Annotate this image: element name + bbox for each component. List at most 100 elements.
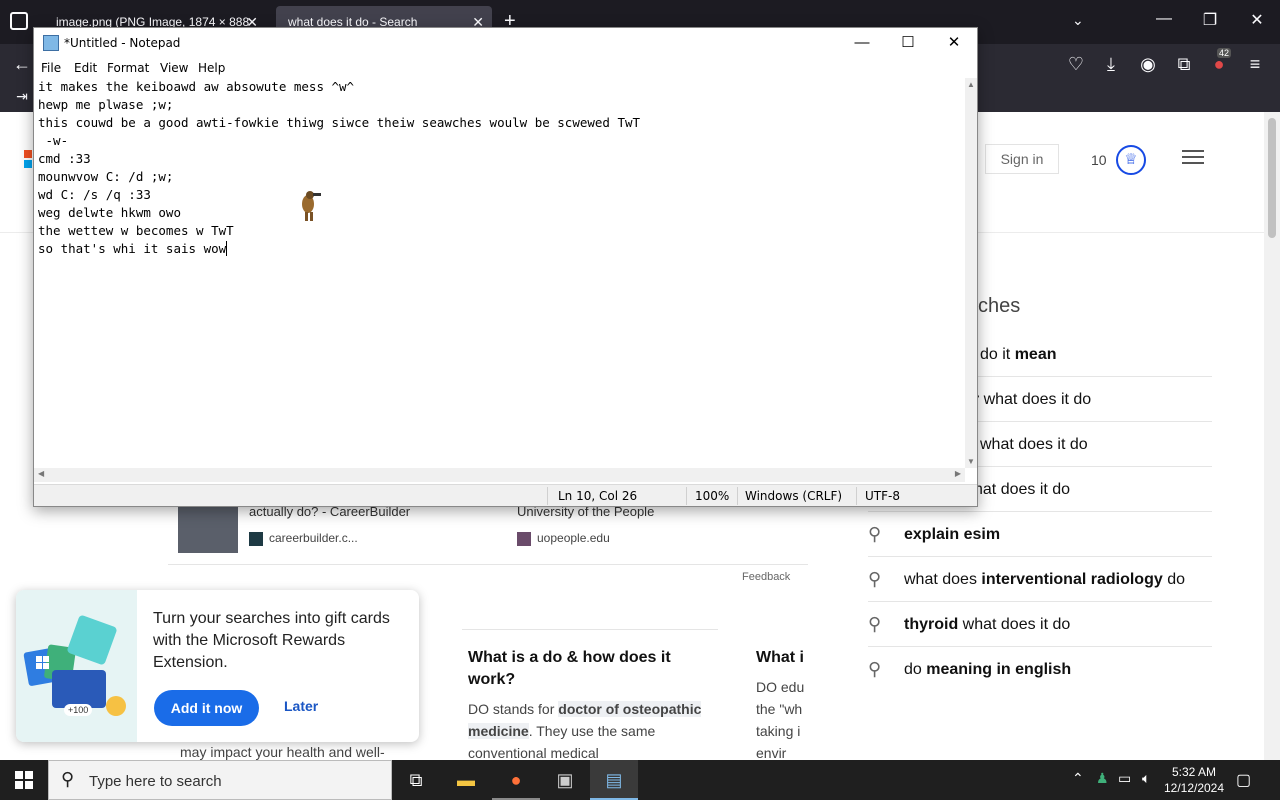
file-explorer-icon[interactable]: ▬ [442,760,490,800]
zoom-level: 100% [695,489,730,503]
search-icon: ⚲ [61,769,75,789]
desktop-app-icon[interactable]: ▣ [541,760,589,800]
windows-logo-icon [15,771,23,779]
text-line: wd C: /s /q :33 [38,187,151,202]
firefox-icon[interactable]: ● [492,760,540,800]
cursor-position: Ln 10, Col 26 [558,489,638,503]
related-search-item[interactable]: ⚲ what does interventional radiology do [868,557,1212,602]
notepad-icon [43,35,59,51]
clock[interactable]: 5:32 AM 12/12/2024 [1158,764,1230,796]
search-icon: ⚲ [868,659,882,679]
qa-card-body: DO edu the "wh taking i envir [756,679,805,760]
search-icon: ⚲ [868,569,882,589]
volume-icon[interactable]: 🔈︎ [1142,770,1150,787]
menu-help[interactable]: Help [198,61,225,75]
back-arrow-icon[interactable]: ← [10,54,34,75]
extension-badge-icon[interactable]: ● 42 [1207,48,1232,75]
menu-bar: File Edit Format View Help [34,58,977,78]
scroll-down-icon[interactable]: ▼ [967,457,975,466]
menu-edit[interactable]: Edit [74,61,97,75]
chevron-down-icon[interactable]: ⌄ [1072,12,1084,29]
menu-file[interactable]: File [41,61,61,75]
notepad-title-bar[interactable]: *Untitled - Notepad — ☐ ✕ [34,28,977,58]
menu-icon[interactable]: ≡ [1243,54,1267,75]
notepad-taskbar-icon[interactable]: ▤ [590,760,638,800]
text-line: cmd :33 [38,151,91,166]
pocket-icon[interactable]: ♡ [1064,54,1088,75]
related-search-item[interactable]: ⚲ thyroid what does it do [868,602,1212,647]
taskbar-search[interactable]: ⚲ Type here to search [48,760,392,800]
text-line: weg delwte hkwm owo [38,205,181,220]
text-editor[interactable]: it makes the keiboawd aw absowute mess ^… [34,78,965,468]
related-search-text: hat does it do [974,481,1071,498]
scroll-left-icon[interactable]: ◀ [38,469,44,478]
close-icon[interactable]: ✕ [931,30,977,56]
notification-icon[interactable]: ▢ [1236,770,1251,790]
microsoft-logo-icon [24,150,32,168]
result-snippet: may impact your health and well- [180,744,385,760]
network-icon[interactable]: ▭ [1118,770,1131,787]
qa-card-title[interactable]: What i [756,647,808,669]
text-line: so that's whi it sais wow [38,241,227,256]
result-source[interactable]: uopeople.edu [517,531,610,546]
restore-icon[interactable]: ❐ [1198,10,1222,30]
status-bar: Ln 10, Col 26 100% Windows (CRLF) UTF-8 [34,484,977,506]
scroll-up-icon[interactable]: ▲ [967,80,975,89]
related-search-text: do it mean [980,346,1057,363]
start-button[interactable] [0,760,48,800]
notepad-window: *Untitled - Notepad — ☐ ✕ File Edit Form… [33,27,978,507]
status-separator [737,487,738,505]
rewards-message: Turn your searches into gift cards with … [153,610,390,671]
window-title: *Untitled - Notepad [64,36,181,50]
extensions-icon[interactable]: ⧉ [1172,54,1196,75]
related-search-item[interactable]: ⚲ do meaning in english [868,647,1212,692]
related-search-text: explain esim [904,526,1001,543]
vertical-scrollbar[interactable]: ▲ ▼ [965,78,977,468]
text-line: this couwd be a good awti-fowkie thiwg s… [38,115,641,130]
scroll-right-icon[interactable]: ▶ [955,469,961,478]
menu-view[interactable]: View [160,61,188,75]
tab-list-icon[interactable] [10,12,28,30]
rewards-trophy-icon[interactable]: ♕ [1116,145,1146,175]
close-icon[interactable]: ✕ [1245,10,1269,30]
divider [462,629,718,630]
add-it-now-button[interactable]: Add it now [154,690,259,726]
people-icon[interactable]: ♟ [1096,770,1109,787]
result-thumbnail[interactable] [178,505,238,553]
page-scrollbar[interactable] [1264,112,1280,760]
result-source[interactable]: careerbuilder.c... [249,531,358,546]
qa-card-title[interactable]: What is a do & how does it work? [468,647,698,691]
later-button[interactable]: Later [284,698,318,714]
minimize-icon[interactable]: — [1152,10,1176,28]
scrollbar-thumb[interactable] [1268,118,1276,238]
search-icon: ⚲ [868,614,882,634]
clock-time: 5:32 AM [1171,765,1217,779]
sign-in-icon[interactable]: ⇥ [10,88,34,105]
minimize-icon[interactable]: — [839,30,885,56]
download-icon[interactable]: ⤓ [1099,54,1123,75]
search-icon: ⚲ [868,524,882,544]
status-separator [686,487,687,505]
search-placeholder: Type here to search [89,773,222,790]
divider [168,564,808,565]
menu-format[interactable]: Format [107,61,149,75]
horizontal-scrollbar[interactable]: ◀ ▶ [34,468,965,482]
text-line: -w- [38,133,69,148]
chevron-up-icon[interactable]: ⌃ [1072,770,1084,787]
text-line: mounwvow C: /d ;w; [38,169,174,184]
clock-date: 12/12/2024 [1163,781,1225,795]
related-search-item[interactable]: ⚲ explain esim [868,512,1212,557]
rewards-points: 10 [1091,152,1107,168]
task-view-icon[interactable]: ⧉ [392,760,440,800]
extension-badge-count: 42 [1217,48,1232,58]
related-search-text: do meaning in english [904,661,1072,678]
account-icon[interactable]: ◉ [1136,54,1160,75]
maximize-icon[interactable]: ☐ [885,30,931,56]
taskbar: ⚲ Type here to search ⧉ ▬ ● ▣ ▤ ⌃ ♟ ▭ 🔈︎… [0,760,1280,800]
line-ending: Windows (CRLF) [745,489,843,503]
feedback-link[interactable]: Feedback [742,571,790,583]
rewards-extension-popup: +100 Turn your searches into gift cards … [16,590,419,742]
hamburger-menu-icon[interactable] [1182,150,1204,164]
related-search-text: thyroid what does it do [904,616,1071,633]
sign-in-button[interactable]: Sign in [985,144,1059,174]
